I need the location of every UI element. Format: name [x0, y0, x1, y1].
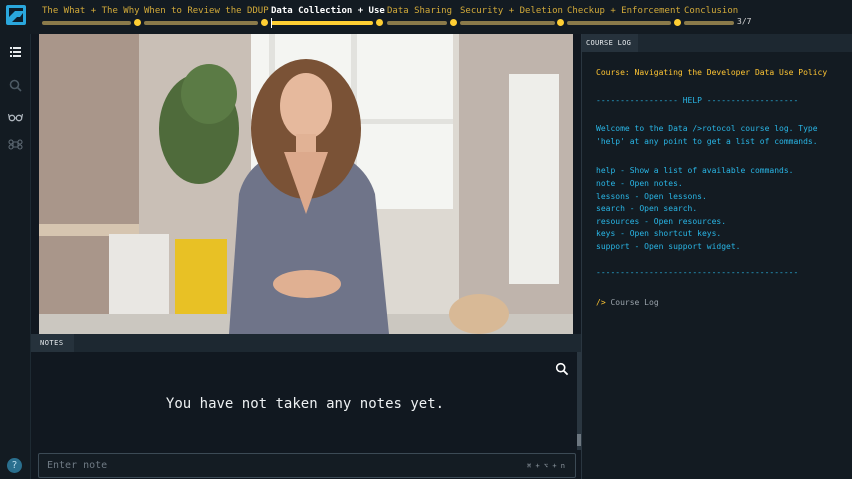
nav-section-label: When to Review the DDUP: [144, 6, 269, 16]
command-line: help - Show a list of available commands…: [596, 166, 794, 175]
logo-mark-icon: [9, 8, 23, 22]
nav-section-marker: [376, 19, 383, 26]
tab-notes[interactable]: NOTES: [31, 334, 74, 352]
nav-section-label: Data Collection + Use: [271, 6, 385, 16]
left-tool-rail: [0, 34, 31, 479]
nav-section-5[interactable]: Security + Deletion: [460, 0, 563, 34]
nav-section-marker: [134, 19, 141, 26]
nav-section-label: Conclusion: [684, 6, 739, 16]
nav-section-progress: [42, 21, 131, 25]
nav-section-marker: [261, 19, 268, 26]
list-icon[interactable]: [8, 44, 23, 59]
command-prompt[interactable]: /> Course Log: [596, 298, 659, 307]
notes-empty-message: You have not taken any notes yet.: [165, 396, 445, 412]
nav-section-progress: [271, 21, 373, 25]
nav-section-3[interactable]: Data Collection + Use: [271, 0, 385, 34]
nav-section-progress: [460, 21, 555, 25]
welcome-line: Welcome to the Data />rotocol course log…: [596, 124, 818, 133]
note-shortcut-hint: ⌘ + ⌥ + n: [527, 462, 565, 470]
nav-section-progress: [387, 21, 447, 25]
prompt-text: Course Log: [610, 298, 659, 307]
nav-section-marker: [674, 19, 681, 26]
notes-tab-bar: NOTES: [31, 334, 581, 352]
nav-section-6[interactable]: Checkup + Enforcement: [567, 0, 681, 34]
command-line: note - Open notes.: [596, 179, 683, 188]
nav-section-1[interactable]: The What + The Why: [42, 0, 140, 34]
nav-section-label: Security + Deletion: [460, 6, 563, 16]
command-line: keys - Open shortcut keys.: [596, 229, 722, 238]
nav-section-4[interactable]: Data Sharing: [387, 0, 452, 34]
nav-section-label: Checkup + Enforcement: [567, 6, 681, 16]
course-title-line: Course: Navigating the Developer Data Us…: [596, 68, 828, 77]
app-logo[interactable]: [6, 5, 26, 25]
nav-section-marker: [557, 19, 564, 26]
search-icon[interactable]: [555, 362, 569, 376]
nav-section-label: Data Sharing: [387, 6, 453, 16]
command-line: search - Open search.: [596, 204, 698, 213]
log-divider: ----------------------------------------…: [596, 268, 799, 277]
course-nav-bar: The What + The Why When to Review the DD…: [0, 0, 852, 34]
command-line: support - Open support widget.: [596, 242, 741, 251]
nav-section-progress: [684, 21, 734, 25]
note-input-placeholder: Enter note: [47, 460, 108, 471]
prompt-symbol: />: [596, 298, 606, 307]
current-position-indicator: [271, 18, 272, 28]
nav-section-2[interactable]: When to Review the DDUP: [144, 0, 269, 34]
nav-section-progress: [144, 21, 258, 25]
command-line: resources - Open resources.: [596, 217, 727, 226]
nav-section-progress: [567, 21, 671, 25]
note-input-field[interactable]: Enter note ⌘ + ⌥ + n: [38, 453, 576, 478]
glasses-icon[interactable]: [8, 109, 23, 124]
tab-course-log[interactable]: COURSE LOG: [582, 34, 638, 52]
help-button[interactable]: ?: [7, 458, 22, 473]
command-icon[interactable]: [8, 137, 23, 152]
presenter-video-frame: [39, 34, 573, 334]
nav-section-marker: [450, 19, 457, 26]
command-line: lessons - Open lessons.: [596, 192, 707, 201]
help-header: ----------------- HELP -----------------…: [596, 96, 799, 105]
search-icon[interactable]: [8, 78, 23, 93]
section-progress-count: 3/7: [737, 17, 752, 26]
welcome-line: 'help' at any point to get a list of com…: [596, 137, 818, 146]
course-log-tab-bar: COURSE LOG: [582, 34, 852, 52]
lesson-video-player[interactable]: [39, 34, 573, 334]
nav-section-7[interactable]: Conclusion: [684, 0, 738, 34]
course-log-panel: COURSE LOG Course: Navigating the Develo…: [581, 34, 852, 479]
nav-section-label: The What + The Why: [42, 6, 140, 16]
